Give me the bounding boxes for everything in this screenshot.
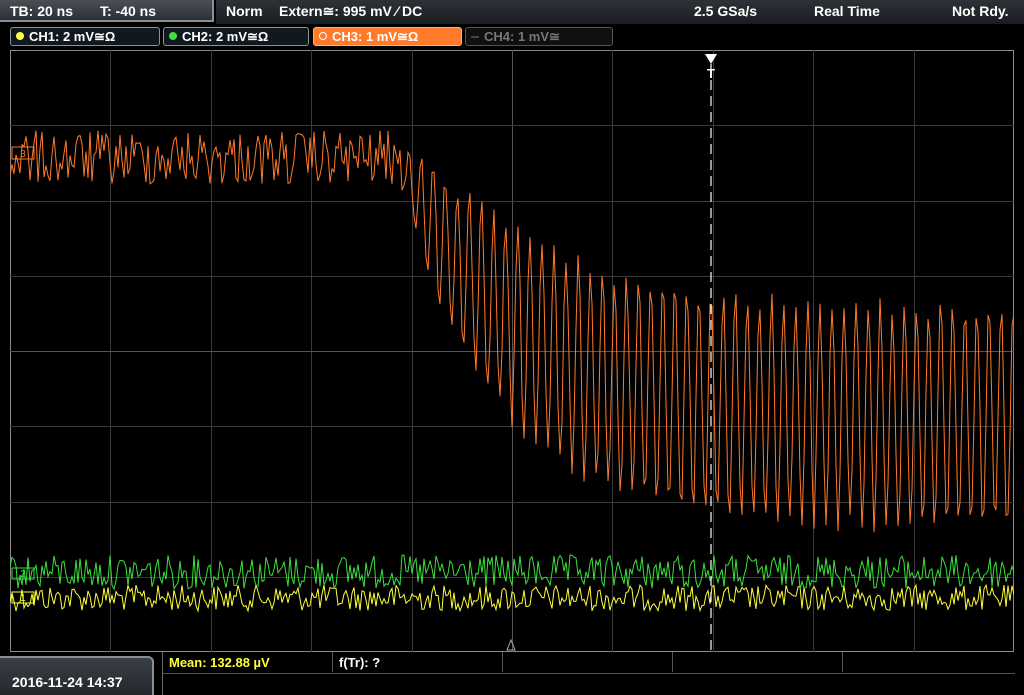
ready-state: Not Rdy. — [952, 3, 1009, 19]
channel-3-indicator-icon — [319, 32, 327, 40]
date-time-box: 2016-11-24 14:37 — [0, 656, 154, 695]
trigger-source[interactable]: Extern≅: 995 mV ⁄ DC — [279, 3, 422, 20]
measurement-ftr-cell[interactable]: f(Tr): ? — [333, 652, 503, 672]
channel-3-tab[interactable]: CH3: 1 mV≅Ω — [313, 27, 462, 46]
waveform-svg: T 3 2 1 — [10, 50, 1014, 652]
channel-3-label: CH3: 1 mV≅Ω — [332, 29, 419, 44]
channel-2-indicator-icon — [169, 32, 177, 40]
channel-tabs: CH1: 2 mV≅Ω CH2: 2 mV≅Ω CH3: 1 mV≅Ω CH4:… — [0, 24, 1024, 50]
time-offset-label: T: -40 ns — [100, 3, 157, 19]
date-time: 2016-11-24 14:37 — [12, 674, 123, 690]
measurement-empty-cell-1[interactable] — [503, 652, 673, 672]
measurement-panel[interactable]: Mean: 132.88 µV f(Tr): ? — [162, 652, 1015, 695]
top-status-bar: TB: 20 ns T: -40 ns Norm Extern≅: 995 mV… — [0, 0, 1024, 24]
measurement-mean-cell[interactable]: Mean: 132.88 µV — [163, 652, 333, 672]
timebase-label: TB: 20 ns — [10, 3, 74, 19]
waveform-display[interactable]: T 3 2 1 — [10, 50, 1014, 652]
measurement-ftr: f(Tr): ? — [339, 655, 381, 670]
channel-1-label: CH1: 2 mV≅Ω — [29, 29, 116, 44]
timebase-box[interactable]: TB: 20 ns T: -40 ns — [0, 0, 214, 22]
channel-4-label: CH4: 1 mV≅ — [484, 29, 560, 44]
measurement-mean: Mean: 132.88 µV — [169, 655, 270, 670]
channel-1-indicator-icon — [16, 32, 24, 40]
measurement-empty-cell-2[interactable] — [673, 652, 843, 672]
trigger-mode[interactable]: Norm — [226, 3, 263, 19]
acquisition-status: Norm Extern≅: 995 mV ⁄ DC 2.5 GSa/s Real… — [216, 0, 1024, 24]
channel-3-marker-text: 3 — [20, 149, 26, 160]
channel-4-indicator-icon — [471, 36, 479, 38]
channel-1-tab[interactable]: CH1: 2 mV≅Ω — [10, 27, 160, 46]
measurement-divider — [163, 673, 1015, 674]
channel-2-tab[interactable]: CH2: 2 mV≅Ω — [163, 27, 309, 46]
channel-2-label: CH2: 2 mV≅Ω — [182, 29, 269, 44]
trigger-marker-label: T — [707, 66, 715, 81]
measurement-empty-cell-3[interactable] — [843, 652, 1015, 672]
acquisition-mode: Real Time — [814, 3, 880, 19]
channel-2-marker-text: 2 — [20, 569, 26, 580]
channel-4-tab[interactable]: CH4: 1 mV≅ — [465, 27, 613, 46]
channel-1-marker-text: 1 — [20, 593, 26, 604]
sample-rate: 2.5 GSa/s — [694, 3, 758, 19]
